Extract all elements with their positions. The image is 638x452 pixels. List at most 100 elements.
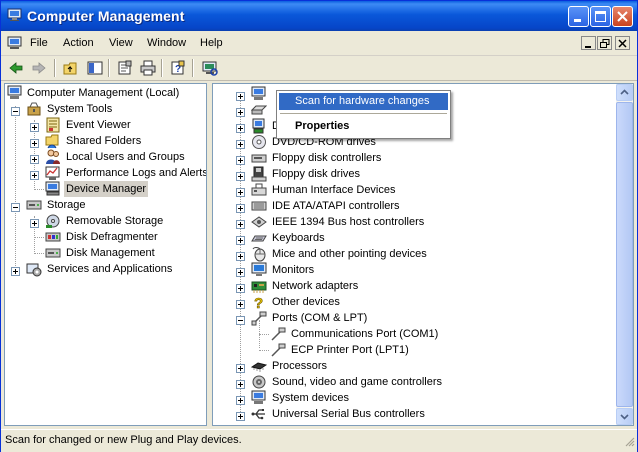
device-category-human-interface-devices[interactable]: Human Interface Devices <box>213 182 613 198</box>
device-category-sound-video-game[interactable]: Sound, video and game controllers <box>213 374 613 390</box>
expand-icon[interactable] <box>30 169 39 180</box>
port-icon <box>270 342 286 358</box>
up-one-level-button[interactable] <box>61 58 81 78</box>
tree-item-disk-defragmenter[interactable]: Disk Defragmenter <box>5 229 205 245</box>
menu-file[interactable]: File <box>30 37 48 49</box>
expand-icon[interactable] <box>236 122 245 133</box>
device-category-label: Floppy disk controllers <box>272 152 382 164</box>
scroll-thumb[interactable] <box>616 102 633 407</box>
child-restore-button[interactable] <box>597 36 612 50</box>
expand-icon[interactable] <box>11 265 20 276</box>
close-button[interactable] <box>612 6 633 27</box>
toolbar-separator <box>54 59 55 77</box>
expand-icon[interactable] <box>236 218 245 229</box>
tree-item-device-manager[interactable]: Device Manager <box>5 181 205 197</box>
expand-icon[interactable] <box>236 410 245 421</box>
display-adapter-icon <box>251 118 267 134</box>
device-lpt1[interactable]: ECP Printer Port (LPT1) <box>213 342 613 358</box>
console-doc-icon[interactable] <box>7 36 23 53</box>
expand-icon[interactable] <box>236 362 245 373</box>
expand-icon[interactable] <box>30 217 39 228</box>
device-category-other-devices[interactable]: ? Other devices <box>213 294 613 313</box>
tree-item-disk-management[interactable]: Disk Management <box>5 245 205 261</box>
tree-item-system-tools[interactable]: System Tools <box>5 101 205 117</box>
tree-line <box>34 253 44 254</box>
tree-item-computer-management[interactable]: Computer Management (Local) <box>5 85 205 101</box>
child-minimize-button[interactable] <box>581 36 596 50</box>
device-category-floppy-disk-controllers[interactable]: Floppy disk controllers <box>213 150 613 166</box>
expand-icon[interactable] <box>236 186 245 197</box>
device-manager-icon <box>45 181 61 197</box>
help-button[interactable]: ? <box>168 58 188 78</box>
vertical-scrollbar[interactable] <box>616 84 633 425</box>
toolbar: ? <box>1 56 637 81</box>
device-category-floppy-disk-drives[interactable]: Floppy disk drives <box>213 166 613 182</box>
device-category-system-devices[interactable]: System devices <box>213 390 613 406</box>
device-category-ports[interactable]: Ports (COM & LPT) <box>213 310 613 326</box>
resize-grip-icon[interactable] <box>623 435 635 450</box>
title-bar[interactable]: Computer Management <box>1 1 637 31</box>
tree-item-label: Event Viewer <box>66 119 131 131</box>
tree-item-storage[interactable]: Storage <box>5 197 205 213</box>
unknown-device-icon: ? <box>251 294 267 313</box>
expand-icon[interactable] <box>236 90 245 101</box>
maximize-button[interactable] <box>590 6 611 27</box>
expand-icon[interactable] <box>236 250 245 261</box>
menu-window[interactable]: Window <box>147 37 186 49</box>
menu-item-scan-for-hardware-changes[interactable]: Scan for hardware changes <box>279 93 448 110</box>
menu-help[interactable]: Help <box>200 37 223 49</box>
expand-icon[interactable] <box>236 266 245 277</box>
expand-icon[interactable] <box>236 234 245 245</box>
tree-item-local-users-and-groups[interactable]: Local Users and Groups <box>5 149 205 165</box>
device-category-usb-controllers[interactable]: Universal Serial Bus controllers <box>213 406 613 422</box>
collapse-icon[interactable] <box>236 314 245 325</box>
device-category-monitors[interactable]: Monitors <box>213 262 613 278</box>
expand-icon[interactable] <box>236 394 245 405</box>
minimize-button[interactable] <box>568 6 589 27</box>
show-hide-console-tree-button[interactable] <box>85 58 105 78</box>
device-category-keyboards[interactable]: Keyboards <box>213 230 613 246</box>
expand-icon[interactable] <box>236 378 245 389</box>
tree-line <box>34 237 44 238</box>
scroll-up-button[interactable] <box>616 84 633 101</box>
expand-icon[interactable] <box>236 170 245 181</box>
print-button[interactable] <box>138 58 158 78</box>
scroll-down-button[interactable] <box>616 408 633 425</box>
tree-line <box>34 189 44 190</box>
collapse-icon[interactable] <box>11 105 20 116</box>
tree-item-performance-logs-and-alerts[interactable]: Performance Logs and Alerts <box>5 165 206 181</box>
expand-icon[interactable] <box>236 202 245 213</box>
expand-icon[interactable] <box>30 137 39 148</box>
forward-button[interactable] <box>29 58 49 78</box>
device-category-processors[interactable]: Processors <box>213 358 613 374</box>
properties-button[interactable] <box>115 58 135 78</box>
expand-icon[interactable] <box>236 138 245 149</box>
tree-item-label: Services and Applications <box>47 263 173 275</box>
back-button[interactable] <box>6 58 26 78</box>
device-com1[interactable]: Communications Port (COM1) <box>213 326 613 342</box>
child-close-button[interactable] <box>615 36 630 50</box>
ide-icon <box>251 198 267 214</box>
device-category-mice[interactable]: Mice and other pointing devices <box>213 246 613 262</box>
menu-action[interactable]: Action <box>63 37 94 49</box>
menu-item-properties[interactable]: Properties <box>279 118 448 135</box>
device-label: Communications Port (COM1) <box>291 328 439 340</box>
collapse-icon[interactable] <box>11 201 20 212</box>
expand-icon[interactable] <box>30 121 39 132</box>
tree-item-services-and-applications[interactable]: Services and Applications <box>5 261 205 277</box>
menu-view[interactable]: View <box>109 37 133 49</box>
expand-icon[interactable] <box>30 153 39 164</box>
console-tree-pane[interactable]: Computer Management (Local) System Tools… <box>4 83 207 426</box>
scan-hardware-button[interactable] <box>200 58 220 78</box>
expand-icon[interactable] <box>236 282 245 293</box>
performance-icon <box>45 165 61 181</box>
tree-item-removable-storage[interactable]: Removable Storage <box>5 213 205 229</box>
device-category-ieee1394[interactable]: IEEE 1394 Bus host controllers <box>213 214 613 230</box>
expand-icon[interactable] <box>236 106 245 117</box>
expand-icon[interactable] <box>236 154 245 165</box>
tree-item-event-viewer[interactable]: Event Viewer <box>5 117 205 133</box>
device-category-network-adapters[interactable]: Network adapters <box>213 278 613 294</box>
expand-icon[interactable] <box>236 298 245 309</box>
device-category-ide-controllers[interactable]: IDE ATA/ATAPI controllers <box>213 198 613 214</box>
tree-item-shared-folders[interactable]: Shared Folders <box>5 133 205 149</box>
